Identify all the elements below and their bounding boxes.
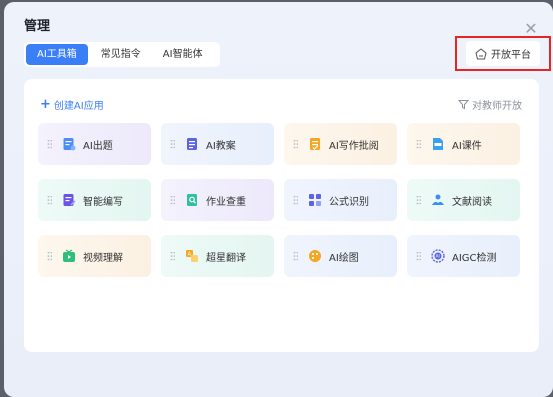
drag-handle-icon[interactable]: [47, 251, 52, 261]
tool-card[interactable]: AI绘图: [284, 235, 397, 277]
open-platform-label: 开放平台: [491, 50, 531, 61]
lesson-plan-icon: [187, 138, 197, 150]
smart-write-icon: [63, 194, 76, 206]
tool-label: AIGC检测: [452, 252, 497, 264]
tool-label: 智能编写: [83, 196, 123, 208]
tool-label: 超星翻译: [206, 252, 246, 264]
tool-card[interactable]: A 超星翻译: [161, 235, 274, 277]
homework-check-icon: [187, 194, 197, 206]
teacher-open-filter[interactable]: 对教师开放: [458, 97, 522, 112]
tab-ai-toolbox[interactable]: AI工具箱: [26, 44, 88, 65]
platform-icon: [475, 47, 487, 59]
tab-bar: AI工具箱 常见指令 AI智能体: [24, 42, 220, 67]
literature-icon: [432, 194, 444, 205]
tool-card[interactable]: AI课件: [407, 123, 520, 165]
tool-card[interactable]: 公式识别: [284, 179, 397, 221]
teacher-open-label: 对教师开放: [472, 101, 522, 112]
open-platform-highlight: 开放平台: [455, 36, 551, 71]
translate-icon: A: [186, 250, 198, 262]
tab-common-commands[interactable]: 常见指令: [90, 44, 152, 65]
tool-label: AI写作批阅: [329, 140, 379, 152]
tab-ai-agent[interactable]: AI智能体: [152, 44, 214, 65]
formula-icon: [309, 194, 321, 206]
tool-grid: AI出题 AI教案 AI写作批阅 AI课件 智能编写 作业查重 公式识别 文献阅…: [38, 123, 520, 277]
tool-label: 文献阅读: [452, 196, 492, 208]
tool-card[interactable]: 文献阅读: [407, 179, 520, 221]
create-ai-app-button[interactable]: + 创建AI应用: [40, 96, 104, 113]
drag-handle-icon[interactable]: [47, 195, 52, 205]
tool-card[interactable]: AI写作批阅: [284, 123, 397, 165]
tool-card[interactable]: 作业查重: [161, 179, 274, 221]
management-dialog: 管理 ✕ AI工具箱 常见指令 AI智能体 开放平台 + 创建AI应用 对教师开…: [4, 2, 553, 397]
plus-icon: +: [40, 96, 51, 112]
drag-handle-icon[interactable]: [293, 251, 298, 261]
open-platform-button[interactable]: 开放平台: [466, 41, 540, 66]
tool-label: 作业查重: [206, 196, 246, 208]
tool-card[interactable]: AI AIGC检测: [407, 235, 520, 277]
drag-handle-icon[interactable]: [170, 251, 175, 261]
video-icon: [63, 249, 75, 262]
filter-icon: [458, 100, 469, 110]
toolbox-panel: + 创建AI应用 对教师开放 AI出题 AI教案 AI写作批阅 AI课件 智能编…: [24, 79, 539, 352]
drag-handle-icon[interactable]: [416, 195, 421, 205]
tool-label: 视频理解: [83, 252, 123, 264]
drag-handle-icon[interactable]: [170, 195, 175, 205]
drag-handle-icon[interactable]: [293, 195, 298, 205]
courseware-icon: [433, 138, 443, 150]
svg-text:A: A: [188, 252, 192, 258]
tool-label: 公式识别: [329, 196, 369, 208]
tool-card[interactable]: AI教案: [161, 123, 274, 165]
drag-handle-icon[interactable]: [293, 139, 298, 149]
svg-text:AI: AI: [436, 254, 440, 259]
ai-question-icon: [63, 138, 76, 151]
close-icon[interactable]: ✕: [524, 21, 538, 37]
drag-handle-icon[interactable]: [47, 139, 52, 149]
tool-card[interactable]: 视频理解: [38, 235, 151, 277]
drag-handle-icon[interactable]: [416, 251, 421, 261]
tool-label: AI绘图: [329, 252, 359, 264]
drag-handle-icon[interactable]: [170, 139, 175, 149]
create-ai-app-label: 创建AI应用: [53, 101, 104, 112]
aigc-detect-icon: AI: [431, 249, 445, 263]
tool-label: AI出题: [83, 140, 113, 152]
writing-review-icon: [310, 138, 320, 150]
dialog-title: 管理: [24, 19, 51, 34]
tool-label: AI课件: [452, 140, 482, 152]
tool-card[interactable]: AI出题: [38, 123, 151, 165]
tool-label: AI教案: [206, 140, 236, 152]
tool-card[interactable]: 智能编写: [38, 179, 151, 221]
drag-handle-icon[interactable]: [416, 139, 421, 149]
paint-icon: [309, 250, 321, 262]
